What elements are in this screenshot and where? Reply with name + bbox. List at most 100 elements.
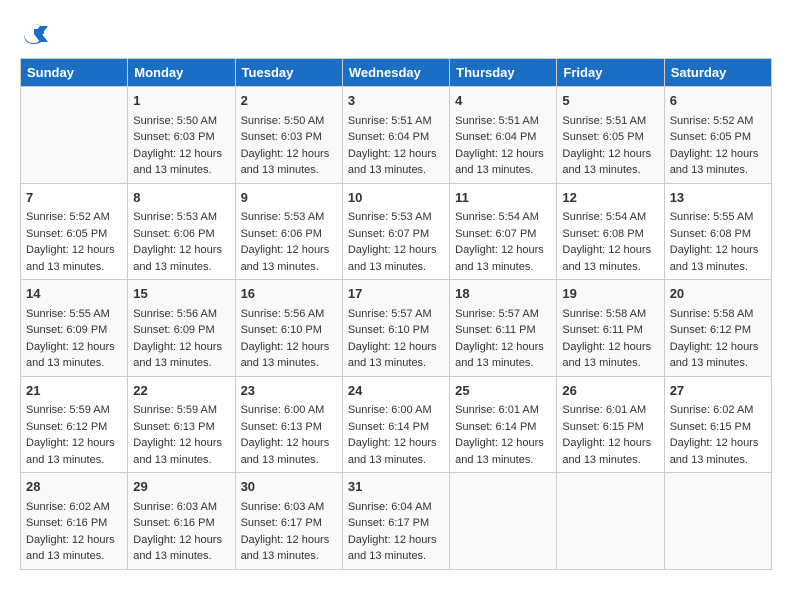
day-number: 14 bbox=[26, 284, 122, 304]
day-number: 2 bbox=[241, 91, 337, 111]
day-info: Daylight: 12 hours bbox=[348, 532, 444, 549]
day-number: 27 bbox=[670, 381, 766, 401]
day-info: Sunrise: 5:52 AM bbox=[670, 113, 766, 130]
day-info: and 13 minutes. bbox=[562, 452, 658, 469]
day-info: and 13 minutes. bbox=[133, 355, 229, 372]
calendar-cell: 5Sunrise: 5:51 AMSunset: 6:05 PMDaylight… bbox=[557, 87, 664, 184]
day-info: Daylight: 12 hours bbox=[133, 339, 229, 356]
calendar-cell: 14Sunrise: 5:55 AMSunset: 6:09 PMDayligh… bbox=[21, 280, 128, 377]
day-info: Sunrise: 5:50 AM bbox=[241, 113, 337, 130]
calendar-cell: 24Sunrise: 6:00 AMSunset: 6:14 PMDayligh… bbox=[342, 376, 449, 473]
day-info: Sunset: 6:17 PM bbox=[348, 515, 444, 532]
calendar-cell bbox=[21, 87, 128, 184]
day-info: Sunset: 6:15 PM bbox=[562, 419, 658, 436]
calendar-cell: 18Sunrise: 5:57 AMSunset: 6:11 PMDayligh… bbox=[450, 280, 557, 377]
day-number: 1 bbox=[133, 91, 229, 111]
day-info: Sunrise: 6:04 AM bbox=[348, 499, 444, 516]
day-number: 19 bbox=[562, 284, 658, 304]
day-info: Sunrise: 5:52 AM bbox=[26, 209, 122, 226]
day-info: Sunset: 6:05 PM bbox=[670, 129, 766, 146]
day-info: Sunset: 6:10 PM bbox=[348, 322, 444, 339]
day-number: 23 bbox=[241, 381, 337, 401]
day-number: 12 bbox=[562, 188, 658, 208]
day-header-tuesday: Tuesday bbox=[235, 59, 342, 87]
day-info: Sunrise: 5:55 AM bbox=[26, 306, 122, 323]
calendar-cell: 26Sunrise: 6:01 AMSunset: 6:15 PMDayligh… bbox=[557, 376, 664, 473]
day-header-monday: Monday bbox=[128, 59, 235, 87]
day-info: Sunrise: 6:03 AM bbox=[133, 499, 229, 516]
day-info: Sunset: 6:11 PM bbox=[455, 322, 551, 339]
day-info: Sunrise: 5:55 AM bbox=[670, 209, 766, 226]
day-info: and 13 minutes. bbox=[670, 259, 766, 276]
day-info: Daylight: 12 hours bbox=[670, 242, 766, 259]
day-info: Daylight: 12 hours bbox=[26, 532, 122, 549]
calendar-cell: 7Sunrise: 5:52 AMSunset: 6:05 PMDaylight… bbox=[21, 183, 128, 280]
day-info: Sunrise: 5:51 AM bbox=[455, 113, 551, 130]
day-info: Sunset: 6:06 PM bbox=[133, 226, 229, 243]
day-info: Sunset: 6:16 PM bbox=[26, 515, 122, 532]
day-info: Sunset: 6:07 PM bbox=[348, 226, 444, 243]
day-info: and 13 minutes. bbox=[562, 259, 658, 276]
day-header-wednesday: Wednesday bbox=[342, 59, 449, 87]
day-info: Daylight: 12 hours bbox=[562, 339, 658, 356]
day-info: Daylight: 12 hours bbox=[562, 242, 658, 259]
day-info: Sunrise: 5:50 AM bbox=[133, 113, 229, 130]
day-number: 17 bbox=[348, 284, 444, 304]
day-number: 16 bbox=[241, 284, 337, 304]
day-number: 30 bbox=[241, 477, 337, 497]
day-info: Sunset: 6:03 PM bbox=[133, 129, 229, 146]
day-info: Daylight: 12 hours bbox=[26, 339, 122, 356]
day-header-saturday: Saturday bbox=[664, 59, 771, 87]
day-info: Sunset: 6:05 PM bbox=[562, 129, 658, 146]
day-info: Daylight: 12 hours bbox=[348, 242, 444, 259]
calendar-cell: 10Sunrise: 5:53 AMSunset: 6:07 PMDayligh… bbox=[342, 183, 449, 280]
day-info: Sunset: 6:15 PM bbox=[670, 419, 766, 436]
day-number: 21 bbox=[26, 381, 122, 401]
day-info: and 13 minutes. bbox=[562, 355, 658, 372]
day-info: Daylight: 12 hours bbox=[26, 435, 122, 452]
day-info: Sunset: 6:13 PM bbox=[133, 419, 229, 436]
day-header-sunday: Sunday bbox=[21, 59, 128, 87]
day-info: Daylight: 12 hours bbox=[455, 146, 551, 163]
day-info: Daylight: 12 hours bbox=[133, 532, 229, 549]
day-info: Sunrise: 6:00 AM bbox=[348, 402, 444, 419]
day-number: 4 bbox=[455, 91, 551, 111]
day-info: and 13 minutes. bbox=[26, 548, 122, 565]
day-info: Sunrise: 5:53 AM bbox=[241, 209, 337, 226]
day-number: 29 bbox=[133, 477, 229, 497]
calendar-header-row: SundayMondayTuesdayWednesdayThursdayFrid… bbox=[21, 59, 772, 87]
day-info: and 13 minutes. bbox=[133, 259, 229, 276]
day-info: and 13 minutes. bbox=[670, 162, 766, 179]
day-info: Daylight: 12 hours bbox=[455, 435, 551, 452]
day-number: 15 bbox=[133, 284, 229, 304]
week-row: 1Sunrise: 5:50 AMSunset: 6:03 PMDaylight… bbox=[21, 87, 772, 184]
day-info: Daylight: 12 hours bbox=[348, 435, 444, 452]
day-info: and 13 minutes. bbox=[241, 355, 337, 372]
day-info: and 13 minutes. bbox=[26, 452, 122, 469]
day-info: and 13 minutes. bbox=[26, 355, 122, 372]
day-info: Sunset: 6:04 PM bbox=[348, 129, 444, 146]
calendar-cell: 22Sunrise: 5:59 AMSunset: 6:13 PMDayligh… bbox=[128, 376, 235, 473]
day-info: Sunrise: 6:03 AM bbox=[241, 499, 337, 516]
day-info: Daylight: 12 hours bbox=[562, 146, 658, 163]
day-info: and 13 minutes. bbox=[133, 162, 229, 179]
day-info: Daylight: 12 hours bbox=[241, 532, 337, 549]
calendar-cell: 17Sunrise: 5:57 AMSunset: 6:10 PMDayligh… bbox=[342, 280, 449, 377]
day-number: 22 bbox=[133, 381, 229, 401]
day-info: Sunset: 6:09 PM bbox=[133, 322, 229, 339]
day-info: Sunset: 6:10 PM bbox=[241, 322, 337, 339]
day-info: and 13 minutes. bbox=[670, 355, 766, 372]
week-row: 21Sunrise: 5:59 AMSunset: 6:12 PMDayligh… bbox=[21, 376, 772, 473]
day-info: Sunrise: 6:01 AM bbox=[455, 402, 551, 419]
calendar-cell: 8Sunrise: 5:53 AMSunset: 6:06 PMDaylight… bbox=[128, 183, 235, 280]
day-info: Daylight: 12 hours bbox=[670, 435, 766, 452]
day-info: Sunset: 6:17 PM bbox=[241, 515, 337, 532]
day-info: and 13 minutes. bbox=[133, 452, 229, 469]
day-number: 24 bbox=[348, 381, 444, 401]
day-info: Daylight: 12 hours bbox=[241, 146, 337, 163]
day-info: Sunrise: 6:02 AM bbox=[26, 499, 122, 516]
day-number: 3 bbox=[348, 91, 444, 111]
day-info: Sunrise: 6:00 AM bbox=[241, 402, 337, 419]
calendar-cell: 16Sunrise: 5:56 AMSunset: 6:10 PMDayligh… bbox=[235, 280, 342, 377]
calendar-cell: 28Sunrise: 6:02 AMSunset: 6:16 PMDayligh… bbox=[21, 473, 128, 570]
